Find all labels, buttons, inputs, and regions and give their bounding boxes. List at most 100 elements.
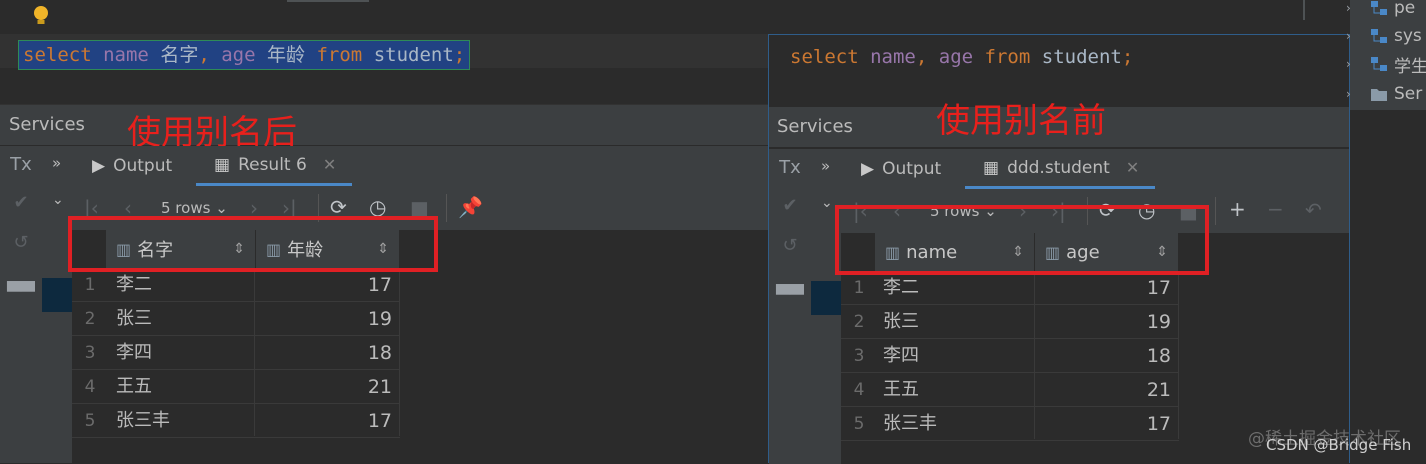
sql-table: student [373,44,454,66]
table-row[interactable]: 4 王五 21 [72,370,400,404]
table-row[interactable]: 4 王五 21 [841,373,1179,407]
chevron-right-icon[interactable]: › [1346,1,1360,15]
tree-item-label: sys [1394,26,1422,46]
commit-check-icon[interactable]: ✔ [772,195,808,216]
sql-comma: , [915,46,928,68]
cell-name[interactable]: 张三丰 [883,407,937,441]
output-icon: ▶ [92,156,106,176]
table-row[interactable]: 3 李四 18 [841,339,1179,373]
rollback-icon[interactable]: ↺ [772,235,808,256]
tree-item-label: 学生 [1394,56,1426,77]
left-tabs: ▶ Output ▦ Result 6 ✕ [72,146,768,186]
table-row[interactable]: 1 李二 17 [841,271,1179,305]
right-editor[interactable]: select name, age from student; [769,35,1349,99]
cell-age[interactable]: 17 [256,268,392,302]
pin-icon[interactable]: 📌 [458,195,483,219]
chevron-right-icon[interactable]: › [1346,57,1360,71]
sql-keyword-from: from [316,44,363,66]
cell-name[interactable]: 李二 [883,271,919,305]
annotation-highlight-box [835,205,1209,275]
tree-item[interactable]: › 学生 [1346,50,1426,78]
cell-name[interactable]: 张三 [883,305,919,339]
left-sql-statement[interactable]: select name 名字, age 年龄 from student; [18,40,471,70]
sql-keyword-select: select [790,46,859,68]
cell-age[interactable]: 19 [256,302,392,336]
cell-age[interactable]: 18 [1035,339,1171,373]
tab-label: ddd.student [1007,157,1110,178]
rows-count-dropdown[interactable]: 5 rows ⌄ [161,199,228,217]
gutter-marker [1287,0,1305,20]
layout-icon[interactable]: ▀▀ [3,282,39,303]
lightbulb-icon[interactable] [32,4,50,28]
table-row[interactable]: 5 张三丰 17 [841,407,1179,441]
close-icon[interactable]: ✕ [1126,158,1139,177]
annotation-highlight-box [68,216,438,272]
chevron-down-icon[interactable]: ⌄ [821,195,833,211]
cell-name[interactable]: 李四 [883,339,919,373]
right-tabs: ▶ Output ▦ ddd.student ✕ [841,149,1349,189]
cell-name[interactable]: 张三 [116,302,152,336]
right-sql-statement[interactable]: select name, age from student; [790,43,1133,71]
row-number: 4 [84,377,96,397]
cell-age[interactable]: 17 [1035,407,1171,441]
row-number: 1 [853,278,865,298]
tree-item[interactable]: › sys [1346,22,1422,50]
left-services-sidebar: Tx ✔ ↺ ▀▀ [0,146,42,463]
row-number: 3 [853,346,865,366]
cell-name[interactable]: 王五 [883,373,919,407]
row-number: 1 [84,275,96,295]
expand-more-icon[interactable]: » [821,157,830,175]
tab-output[interactable]: ▶ Output [92,146,172,186]
tx-mode-button[interactable]: Tx [3,154,39,175]
rollback-icon[interactable]: ↺ [3,232,39,253]
cell-age[interactable]: 17 [1035,271,1171,305]
chevron-right-icon[interactable]: › [1346,87,1360,101]
sql-table: student [1041,46,1122,68]
schema-icon [1371,1,1387,15]
chevron-down-icon[interactable]: ⌄ [52,192,64,208]
sql-field-age: age [938,46,974,68]
expand-more-icon[interactable]: » [52,154,61,172]
toolbar-divider [1215,197,1216,225]
tree-item[interactable]: › Ser [1346,80,1423,108]
table-row[interactable]: 1 李二 17 [72,268,400,302]
cell-name[interactable]: 李二 [116,268,152,302]
table-row[interactable]: 2 张三 19 [72,302,400,336]
left-editor[interactable]: select name 名字, age 年龄 from student; [0,0,768,100]
remove-row-icon[interactable]: − [1267,197,1284,221]
chevron-right-icon[interactable]: › [1346,29,1360,43]
table-row[interactable]: 3 李四 18 [72,336,400,370]
tab-ddd-student[interactable]: ▦ ddd.student ✕ [965,149,1156,189]
right-blank-area [1350,110,1426,463]
close-icon[interactable]: ✕ [323,155,336,174]
commit-check-icon[interactable]: ✔ [3,192,39,213]
table-row[interactable]: 2 张三 19 [841,305,1179,339]
cell-age[interactable]: 18 [256,336,392,370]
left-selected-node[interactable] [42,278,72,312]
cell-name[interactable]: 李四 [116,336,152,370]
sql-alias-age: 年龄 [267,44,306,66]
tx-mode-button[interactable]: Tx [772,157,808,178]
sql-semicolon: ; [1121,46,1134,68]
cell-age[interactable]: 21 [256,370,392,404]
tab-label: Output [113,156,173,176]
cell-age[interactable]: 19 [1035,305,1171,339]
cell-age[interactable]: 21 [1035,373,1171,407]
tree-item-label: Ser [1394,84,1423,104]
cell-name[interactable]: 张三丰 [116,404,170,438]
sql-keyword-from: from [984,46,1031,68]
right-services-sidebar: Tx ✔ ↺ ▀▀ [769,149,811,464]
add-row-icon[interactable]: + [1229,197,1246,221]
right-selected-node[interactable] [811,281,841,315]
row-number: 3 [84,343,96,363]
tab-output[interactable]: ▶ Output [861,149,941,189]
layout-icon[interactable]: ▀▀ [772,285,808,306]
cell-age[interactable]: 17 [256,404,392,438]
tab-result[interactable]: ▦ Result 6 ✕ [196,146,353,186]
tree-item[interactable]: › pe [1346,0,1415,22]
cell-name[interactable]: 王五 [116,370,152,404]
project-tree: › pe › sys › 学生 › Ser [1346,0,1426,110]
revert-icon[interactable]: ↶ [1305,198,1322,222]
right-window: select name, age from student; Services … [768,34,1350,464]
table-row[interactable]: 5 张三丰 17 [72,404,400,438]
